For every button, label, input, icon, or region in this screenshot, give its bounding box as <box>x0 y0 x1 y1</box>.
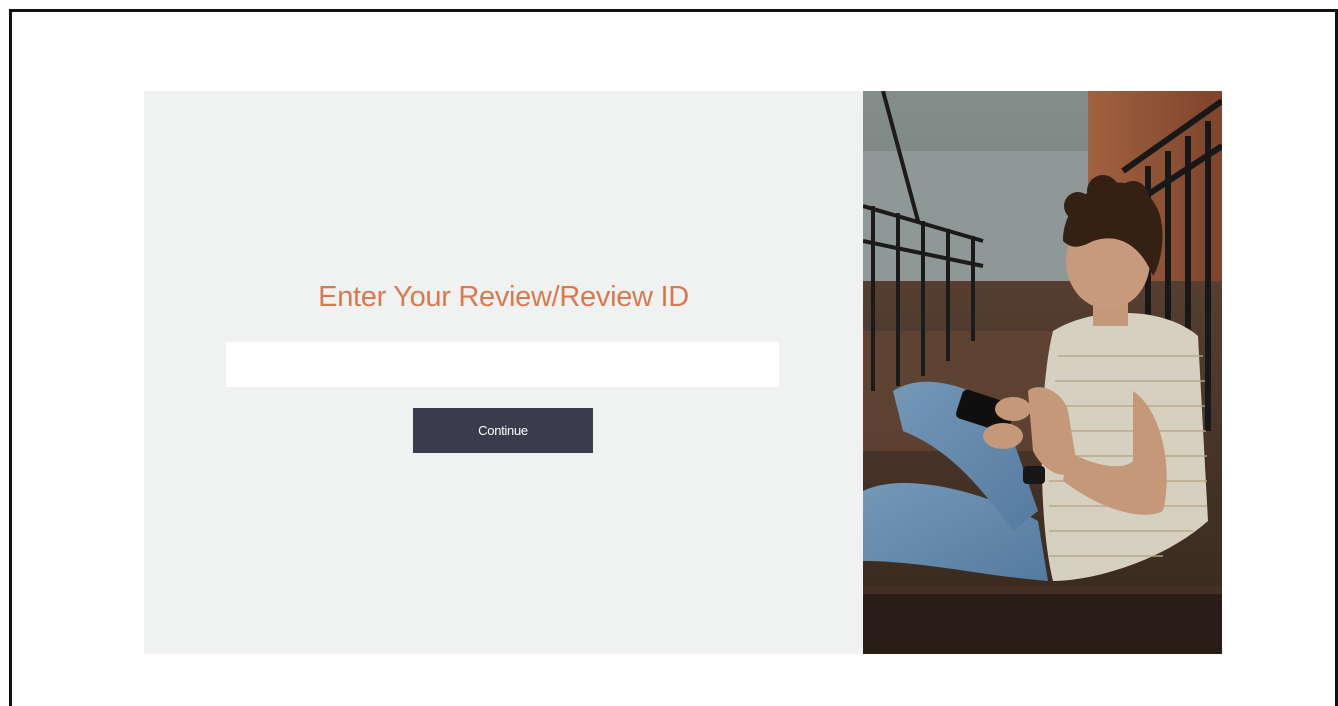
review-card: Enter Your Review/Review ID Continue <box>144 91 1222 654</box>
page-title: Enter Your Review/Review ID <box>318 281 689 313</box>
review-form-panel: Enter Your Review/Review ID Continue <box>144 91 863 654</box>
hero-photo <box>863 91 1222 654</box>
continue-button[interactable]: Continue <box>413 408 593 453</box>
person-on-stairs-image <box>863 91 1222 654</box>
review-id-input[interactable] <box>226 342 779 387</box>
